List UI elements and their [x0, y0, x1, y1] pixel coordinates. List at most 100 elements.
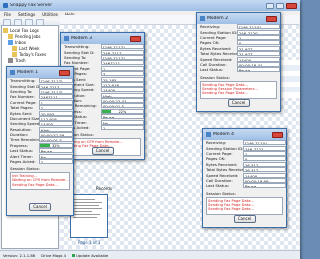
field-value: 00:00:22.41 [100, 98, 144, 104]
field-label: Receiving: [206, 140, 227, 146]
field-label: Total Bytes Received: [206, 167, 243, 173]
records-label: Records [96, 186, 112, 191]
folder-icon [3, 27, 8, 33]
field-label: Call Duration: [200, 61, 227, 67]
field-value: [246-7117] [100, 54, 144, 60]
field-row: Total Bytes Received:26,312 [203, 167, 286, 173]
field-label: Pages OK: [200, 40, 220, 46]
menu-file[interactable]: File [4, 12, 11, 17]
field-row: Pages OK: 0 [197, 40, 280, 46]
field-value: No [38, 153, 73, 159]
field-label: Fax Number: [10, 94, 35, 100]
close-button[interactable] [286, 2, 297, 9]
field-value: 246-7120 [236, 29, 280, 35]
page-indicator: Page 1 of 1 [78, 240, 101, 245]
modem4-status-label: Session Status: [206, 190, 236, 196]
modem2-cancel-button[interactable]: Cancel [227, 99, 250, 107]
modem1-status-label: Session Status: [10, 166, 40, 172]
field-value: 20,093 [38, 110, 73, 116]
modem3-cancel-button[interactable]: Cancel [91, 147, 114, 155]
field-row: Receiving: [246-7110] [203, 140, 286, 146]
field-label: Total Pages: [10, 105, 34, 111]
field-label: Alert Timer: [10, 153, 33, 159]
fax-page-thumbnail[interactable] [70, 194, 108, 238]
field-label: Sending Station ID: [206, 145, 243, 151]
field-value: 1 [100, 65, 144, 71]
field-value: 246-7117 [100, 49, 144, 55]
field-row: Call Duration: 00:00:19.99 [203, 177, 286, 183]
field-label: Bytes Sent: [10, 110, 33, 116]
field-row: Total Pages: 2 [7, 105, 73, 111]
field-value: 00:00:19.99 [242, 177, 286, 183]
field-row: Sending Stat D: 246-7117 [7, 83, 73, 89]
maximize-button[interactable] [276, 2, 284, 9]
modem2-dialog: Modem 2 Receiving: [246-7110] Sending Stat… [196, 12, 281, 112]
field-label: Sending Stat D: [10, 83, 39, 89]
field-row: Call Duration: 00:00:18.41 [197, 61, 280, 67]
close-button[interactable] [266, 15, 277, 22]
field-value: No [100, 119, 144, 125]
field-row: Last Status: Pause [203, 183, 286, 189]
field-label: Document Size: [10, 115, 39, 121]
minimize-button[interactable] [266, 2, 274, 9]
trash-icon [8, 57, 13, 63]
drive-text: Drive Mags 4 [41, 252, 67, 258]
field-value: 00:00:01.5 [100, 103, 144, 109]
folder-icon [12, 51, 17, 57]
modem4-dialog: Modem 4 Receiving: [246-7110] Sending Stat… [202, 128, 287, 228]
close-button[interactable] [130, 35, 141, 42]
field-value: 246-7121 [242, 145, 286, 151]
field-label: Time Remaining: [10, 137, 39, 143]
field-value: [246-7110] [242, 140, 286, 146]
field-label: Fax Number: [64, 60, 89, 66]
field-value: 1 [38, 99, 73, 105]
modem2-title-bar: Modem 2 [197, 13, 280, 24]
field-label: Sending Station ID: [200, 29, 237, 35]
modem4-cancel-button[interactable]: Cancel [233, 215, 256, 223]
field-value: [246-7117] [100, 44, 144, 50]
status-bar: Version: 2.1.1.86 Drive Mags 4 Update Av… [0, 250, 300, 259]
update-status[interactable]: Update Available [72, 253, 108, 258]
folder-icon [8, 33, 13, 39]
field-label: Pages Acked: [10, 159, 36, 165]
modem1-fields-bottom: Last Status: Pause Alert Timer: No Pages Ack… [7, 148, 73, 165]
field-value: Pause [38, 148, 73, 154]
field-value: High [100, 92, 144, 98]
modem1-fields: Transmitting: [246-7117] Sending Stat D: 24… [7, 78, 73, 143]
field-value: 0 [236, 40, 280, 46]
field-row: Receiving: [246-7110] [197, 24, 280, 30]
field-row: Speed Received: 14400 [203, 172, 286, 178]
field-label: Sending To: [10, 88, 33, 94]
field-value: 26,312 [242, 161, 286, 167]
status-dot-icon [72, 253, 76, 257]
field-label: Sending Speed: [10, 121, 39, 127]
close-button[interactable] [59, 69, 70, 76]
field-row: Last Status: Pause [197, 67, 280, 73]
modem3-progress-bar: 22% [100, 108, 144, 114]
field-value: 25,185 [100, 76, 144, 82]
field-value: 00:00:52.59 [38, 132, 73, 138]
tree-item-trash[interactable]: Trash [3, 57, 57, 63]
field-value: 2 [38, 105, 73, 111]
modem2-fields: Receiving: [246-7110] Sending Station ID: 2… [197, 24, 280, 73]
field-row: Sending Speed: 14400 [7, 121, 73, 127]
field-value: 14400 [100, 87, 144, 93]
field-row: Sending Station ID: 246-7121 [203, 145, 286, 151]
field-label: Last Status: [206, 183, 230, 189]
version-text: Version: 2.1.1.86 [3, 252, 36, 258]
field-label: Current Page: [10, 99, 37, 105]
modem-icon [64, 36, 69, 41]
field-label: Last Status: [200, 67, 224, 73]
field-value: [246-7117] [38, 78, 73, 84]
field-row: Fax Number: 2467111 [61, 60, 144, 66]
modem1-cancel-button[interactable]: Cancel [29, 203, 51, 211]
modem1-progress-row: Progress: 32% [7, 142, 73, 148]
field-value: 246-7117 [38, 83, 73, 89]
menu-utilities[interactable]: Utilities [42, 12, 58, 17]
close-button[interactable] [272, 131, 283, 138]
field-label: Current Page: [206, 150, 233, 156]
field-row: Last Status: Pause [7, 148, 73, 154]
field-label: Call Duration: [206, 177, 233, 183]
menu-settings[interactable]: Settings [18, 12, 35, 17]
field-row: Resolution: High [7, 126, 73, 132]
